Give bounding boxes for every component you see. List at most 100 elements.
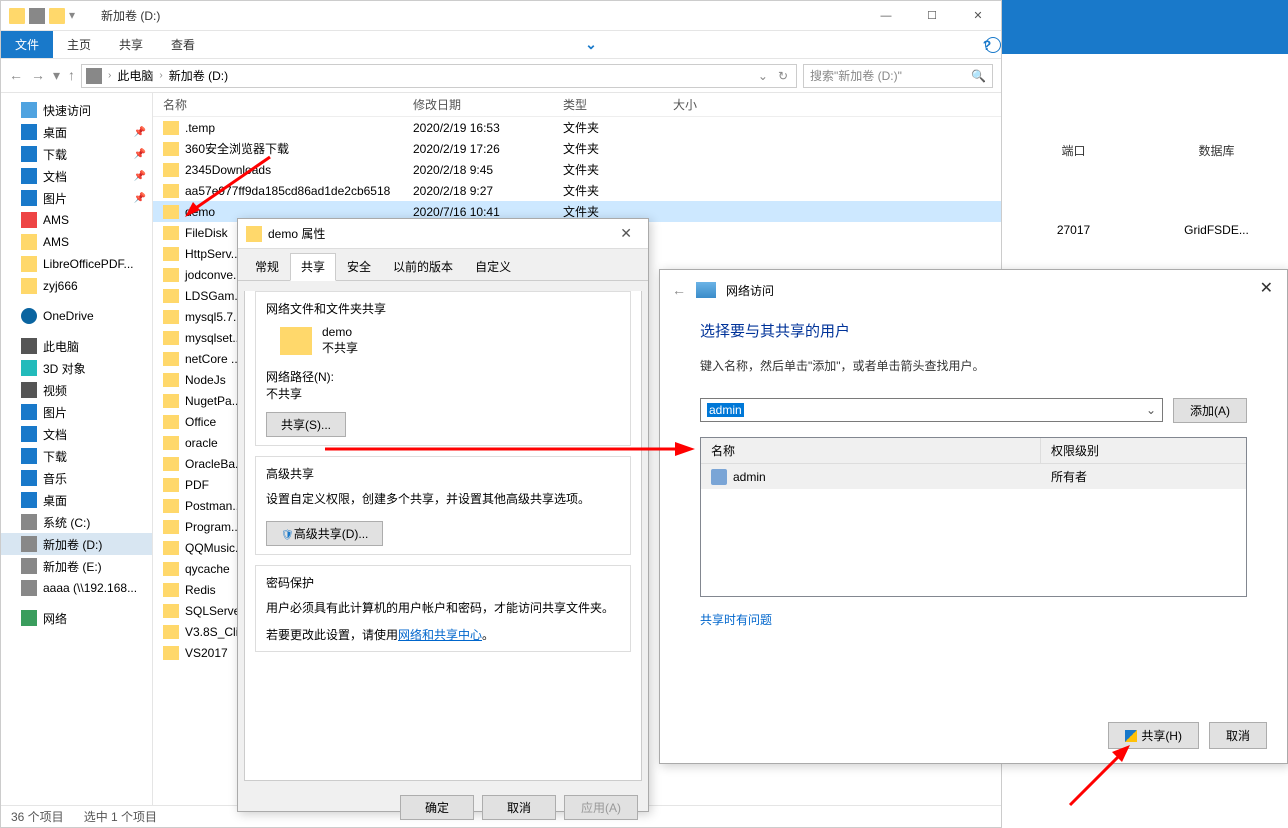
dropdown-icon[interactable]: ▾ xyxy=(69,8,85,24)
crumb-thispc[interactable]: 此电脑 xyxy=(117,67,153,84)
ribbon-tab-view[interactable]: 查看 xyxy=(157,31,209,58)
help-icon[interactable]: ? xyxy=(985,37,1001,53)
tab-share[interactable]: 共享 xyxy=(290,253,336,281)
nav-forward-icon[interactable]: → xyxy=(31,67,45,84)
apply-button[interactable]: 应用(A) xyxy=(564,795,638,820)
sidebar-download[interactable]: 下载📌 xyxy=(1,143,152,165)
file-type: 文件夹 xyxy=(563,161,673,178)
qat-icon[interactable] xyxy=(29,8,45,24)
file-name: demo xyxy=(185,205,215,219)
cancel-button[interactable]: 取消 xyxy=(482,795,556,820)
share-button[interactable]: 共享(S)... xyxy=(266,412,346,437)
desktop-icon xyxy=(21,124,37,140)
pc-icon xyxy=(21,338,37,354)
chevron-right-icon[interactable]: › xyxy=(159,70,162,81)
download-icon xyxy=(21,448,37,464)
crumb-drive[interactable]: 新加卷 (D:) xyxy=(169,67,228,84)
sidebar-libre[interactable]: LibreOfficePDF... xyxy=(1,253,152,275)
folder-icon xyxy=(163,226,179,240)
sidebar-pics2[interactable]: 图片 xyxy=(1,401,152,423)
ribbon-expand-icon[interactable]: ⌄ xyxy=(585,36,609,53)
tab-previous[interactable]: 以前的版本 xyxy=(382,253,464,280)
folder-icon xyxy=(163,268,179,282)
section-password: 密码保护 用户必须具有此计算机的用户帐户和密码，才能访问共享文件夹。 若要更改此… xyxy=(255,565,631,652)
sidebar-pics[interactable]: 图片📌 xyxy=(1,187,152,209)
th-name[interactable]: 名称 xyxy=(701,438,1041,463)
network-center-link[interactable]: 网络和共享中心 xyxy=(398,628,482,642)
share-button[interactable]: 共享(H) xyxy=(1108,722,1199,749)
sidebar-netdrive[interactable]: aaaa (\\192.168... xyxy=(1,577,152,599)
section3-title: 密码保护 xyxy=(266,574,620,591)
sidebar-3d[interactable]: 3D 对象 xyxy=(1,357,152,379)
tab-custom[interactable]: 自定义 xyxy=(464,253,522,280)
search-icon[interactable]: 🔍 xyxy=(971,69,986,83)
sidebar-zyj[interactable]: zyj666 xyxy=(1,275,152,297)
na-close-icon[interactable]: ✕ xyxy=(1254,276,1279,300)
chevron-right-icon[interactable]: › xyxy=(108,70,111,81)
sidebar-music[interactable]: 音乐 xyxy=(1,467,152,489)
col-date[interactable]: 修改日期 xyxy=(413,96,563,113)
sidebar-edrive[interactable]: 新加卷 (E:) xyxy=(1,555,152,577)
file-row[interactable]: 2345Downloads2020/2/18 9:45文件夹 xyxy=(153,159,1001,180)
props-close-icon[interactable]: ✕ xyxy=(612,225,640,242)
file-date: 2020/2/19 17:26 xyxy=(413,142,563,156)
sidebar-download2[interactable]: 下载 xyxy=(1,445,152,467)
add-button[interactable]: 添加(A) xyxy=(1173,398,1247,423)
nav-back-icon[interactable]: ← xyxy=(9,67,23,84)
column-headers[interactable]: 名称 修改日期 类型 大小 xyxy=(153,93,1001,117)
search-input[interactable]: 搜索"新加卷 (D:)" 🔍 xyxy=(803,64,993,88)
sidebar-desktop2[interactable]: 桌面 xyxy=(1,489,152,511)
sidebar-video[interactable]: 视频 xyxy=(1,379,152,401)
netpath-value: 不共享 xyxy=(266,385,620,402)
na-heading: 选择要与其共享的用户 xyxy=(700,320,1247,341)
tab-general[interactable]: 常规 xyxy=(244,253,290,280)
sidebar-ddrive[interactable]: 新加卷 (D:) xyxy=(1,533,152,555)
col-type[interactable]: 类型 xyxy=(563,96,673,113)
file-name: QQMusic... xyxy=(185,541,245,555)
problem-link[interactable]: 共享时有问题 xyxy=(700,611,772,628)
nav-recent-icon[interactable]: ▾ xyxy=(53,67,60,84)
chevron-down-icon[interactable]: ⌄ xyxy=(1146,403,1156,417)
sidebar-quick-access[interactable]: 快速访问 xyxy=(1,99,152,121)
folder-icon xyxy=(163,583,179,597)
tab-security[interactable]: 安全 xyxy=(336,253,382,280)
col-name[interactable]: 名称 xyxy=(153,96,413,113)
ribbon-tab-share[interactable]: 共享 xyxy=(105,31,157,58)
network-access-dialog: ✕ ← 网络访问 选择要与其共享的用户 键入名称，然后单击"添加"，或者单击箭头… xyxy=(659,269,1288,764)
cancel-button[interactable]: 取消 xyxy=(1209,722,1267,749)
file-row[interactable]: aa57e977ff9da185cd86ad1de2cb65182020/2/1… xyxy=(153,180,1001,201)
file-name: HttpServ... xyxy=(185,247,241,261)
sidebar-ams2[interactable]: AMS xyxy=(1,231,152,253)
sidebar-cdrive[interactable]: 系统 (C:) xyxy=(1,511,152,533)
addr-dropdown-icon[interactable]: ⌄ xyxy=(758,69,768,83)
back-icon[interactable]: ← xyxy=(672,282,686,298)
th-perm[interactable]: 权限级别 xyxy=(1041,438,1109,463)
sidebar-ams1[interactable]: AMS xyxy=(1,209,152,231)
nav-up-icon[interactable]: ↑ xyxy=(68,67,75,84)
sidebar-network[interactable]: 网络 xyxy=(1,607,152,629)
ok-button[interactable]: 确定 xyxy=(400,795,474,820)
ribbon-tab-home[interactable]: 主页 xyxy=(53,31,105,58)
close-button[interactable]: ✕ xyxy=(955,1,1001,31)
folder-icon xyxy=(163,121,179,135)
sidebar-desktop[interactable]: 桌面📌 xyxy=(1,121,152,143)
sidebar-docs[interactable]: 文档📌 xyxy=(1,165,152,187)
sidebar-docs2[interactable]: 文档 xyxy=(1,423,152,445)
ribbon-tab-file[interactable]: 文件 xyxy=(1,31,53,58)
file-date: 2020/2/18 9:45 xyxy=(413,163,563,177)
table-row[interactable]: admin 所有者 xyxy=(701,464,1246,489)
user-input[interactable]: admin ⌄ xyxy=(700,398,1163,422)
folder-icon xyxy=(21,256,37,272)
address-bar[interactable]: › 此电脑 › 新加卷 (D:) ⌄ ↻ xyxy=(81,64,797,88)
file-row[interactable]: .temp2020/2/19 16:53文件夹 xyxy=(153,117,1001,138)
col-size[interactable]: 大小 xyxy=(673,96,753,113)
sidebar-thispc[interactable]: 此电脑 xyxy=(1,335,152,357)
file-row[interactable]: 360安全浏览器下载2020/2/19 17:26文件夹 xyxy=(153,138,1001,159)
maximize-button[interactable]: ☐ xyxy=(909,1,955,31)
sidebar-onedrive[interactable]: OneDrive xyxy=(1,305,152,327)
minimize-button[interactable]: — xyxy=(863,1,909,31)
advanced-share-button[interactable]: 🛡高级共享(D)... xyxy=(266,521,383,546)
refresh-icon[interactable]: ↻ xyxy=(774,69,792,83)
folder-icon xyxy=(163,373,179,387)
file-name: oracle xyxy=(185,436,218,450)
